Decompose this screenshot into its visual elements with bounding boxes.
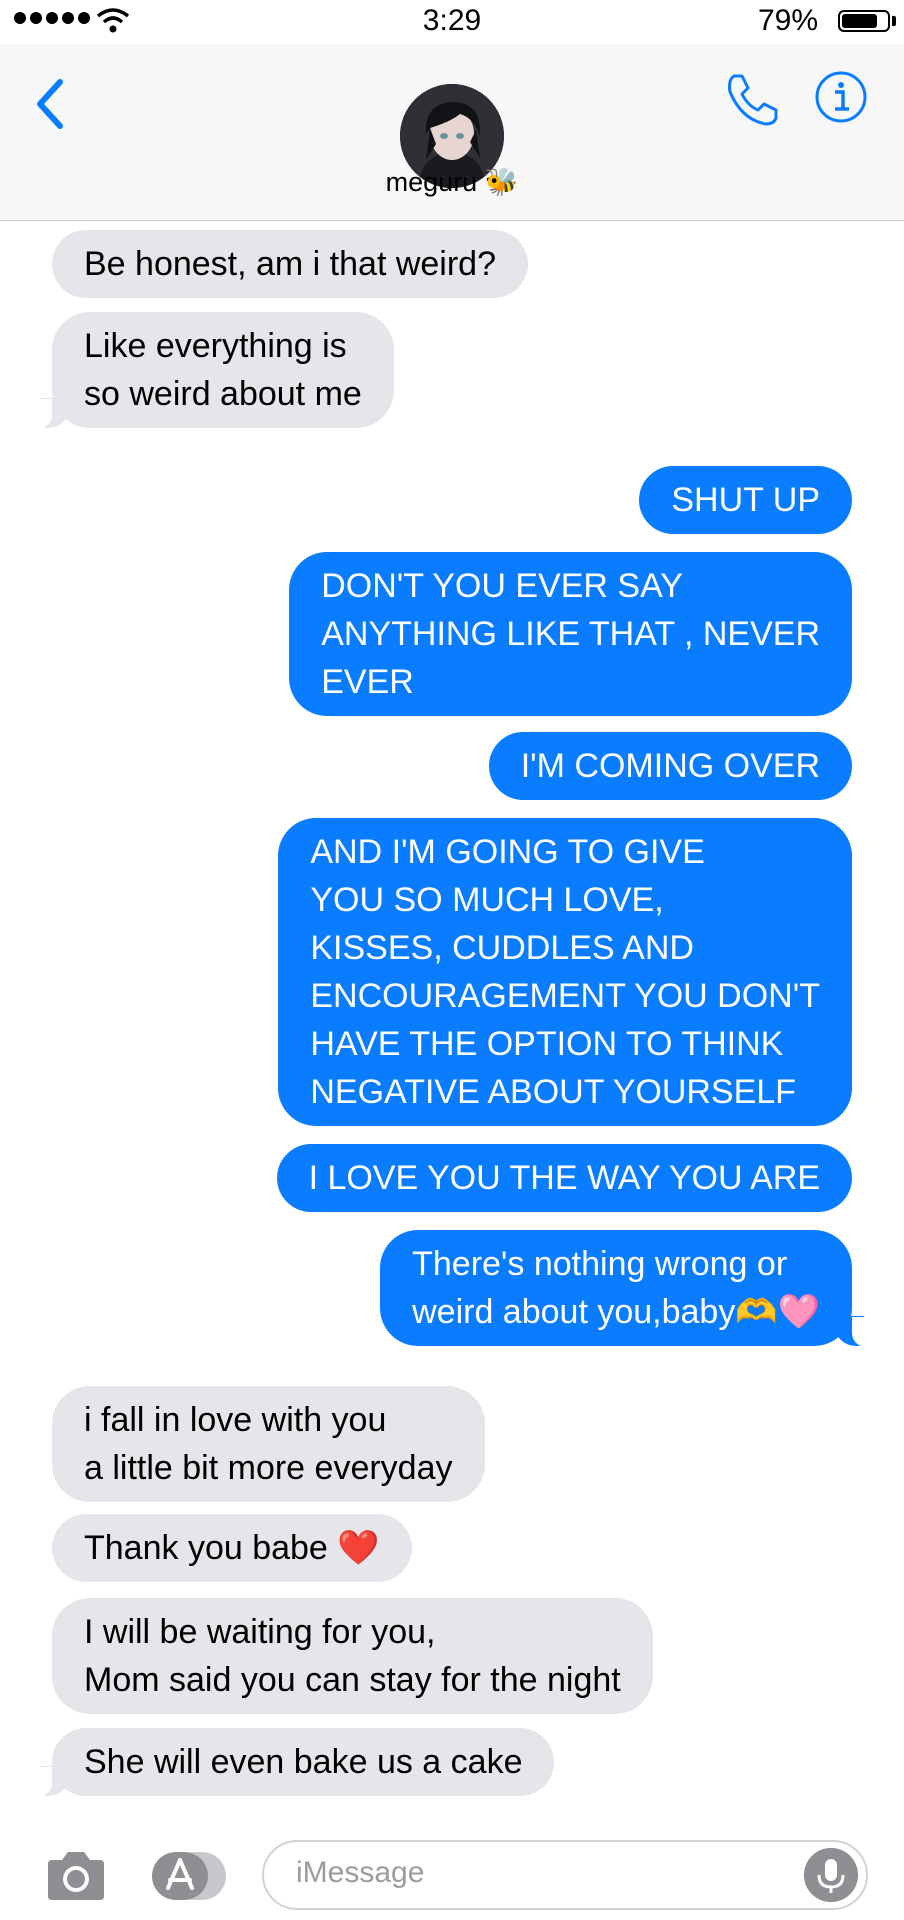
incoming-message[interactable]: She will even bake us a cake: [25, 1728, 555, 1797]
outgoing-message[interactable]: I'M COMING OVER: [488, 732, 852, 800]
info-icon[interactable]: [814, 70, 868, 124]
message-thread[interactable]: Be honest, am i that weird? Like everyth…: [0, 220, 904, 1820]
phone-icon[interactable]: [722, 70, 780, 128]
back-chevron-icon[interactable]: [30, 74, 70, 134]
status-bar: 3:29 79%: [0, 0, 904, 44]
microphone-icon[interactable]: [804, 1848, 858, 1902]
camera-icon[interactable]: [44, 1850, 108, 1902]
outgoing-message[interactable]: SHUT UP: [639, 466, 852, 534]
battery-icon: [838, 10, 890, 32]
compose-bar: iMessage: [0, 1820, 904, 1920]
message-input-placeholder: iMessage: [296, 1856, 425, 1889]
outgoing-message[interactable]: AND I'M GOING TO GIVE YOU SO MUCH LOVE, …: [278, 818, 852, 1126]
message-input[interactable]: iMessage: [262, 1840, 868, 1910]
battery-nub: [892, 16, 896, 26]
contact-name[interactable]: meguru 🐝: [0, 166, 904, 198]
incoming-message[interactable]: Thank you babe ❤️: [52, 1514, 412, 1582]
incoming-message[interactable]: Like everything is so weird about me: [26, 312, 394, 429]
conversation-header: meguru 🐝: [0, 44, 904, 221]
incoming-message[interactable]: I will be waiting for you, Mom said you …: [52, 1598, 653, 1714]
outgoing-message[interactable]: There's nothing wrong or weird about you…: [380, 1230, 878, 1347]
outgoing-message[interactable]: DON'T YOU EVER SAY ANYTHING LIKE THAT , …: [289, 552, 852, 716]
incoming-message[interactable]: Be honest, am i that weird?: [52, 230, 529, 298]
battery-percentage: 79%: [757, 4, 818, 37]
incoming-message[interactable]: i fall in love with you a little bit mor…: [52, 1386, 485, 1502]
outgoing-message[interactable]: I LOVE YOU THE WAY YOU ARE: [276, 1144, 852, 1212]
app-store-icon[interactable]: [150, 1850, 228, 1902]
